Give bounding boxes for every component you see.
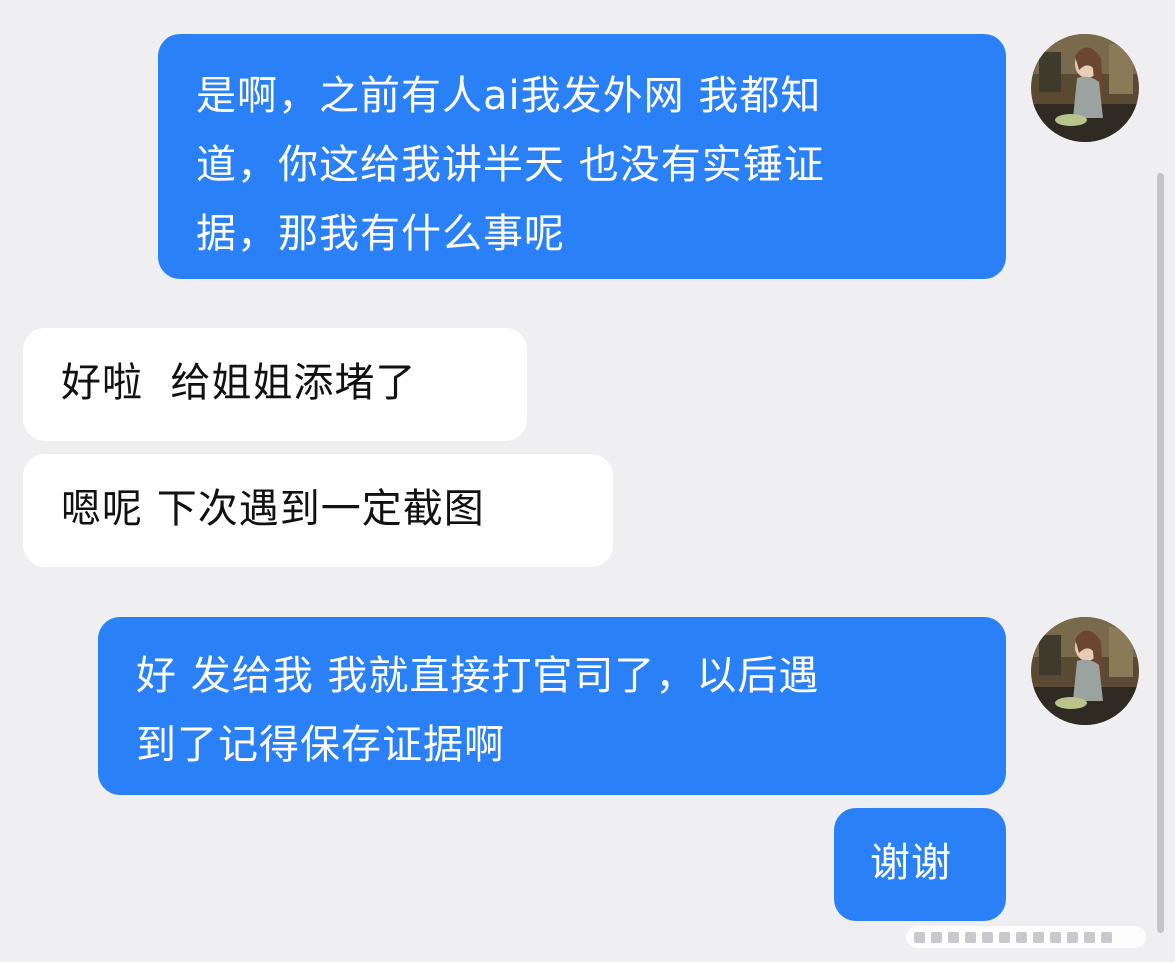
avatar-photo-icon: [1031, 34, 1139, 142]
message-bubble-outgoing[interactable]: 谢谢: [834, 808, 1006, 921]
message-text-line: 道，你这给我讲半天 也没有实锤证: [196, 142, 825, 188]
watermark: [906, 926, 1146, 948]
message-text-line: 到了记得保存证据啊: [136, 722, 505, 768]
scrollbar[interactable]: [1157, 173, 1164, 933]
message-bubble-outgoing[interactable]: 好 发给我 我就直接打官司了，以后遇 到了记得保存证据啊: [98, 617, 1006, 795]
message-bubble-outgoing[interactable]: 是啊，之前有人ai我发外网 我都知 道，你这给我讲半天 也没有实锤证 据，那我有…: [158, 34, 1006, 279]
avatar[interactable]: [1031, 34, 1139, 142]
message-text-line: 嗯呢 下次遇到一定截图: [61, 486, 485, 532]
message-text-line: 是啊，之前有人ai我发外网 我都知: [196, 73, 822, 119]
message-bubble-incoming[interactable]: 嗯呢 下次遇到一定截图: [23, 454, 613, 567]
message-text-line: 好啦 给姐姐添堵了: [61, 360, 417, 406]
avatar-photo-icon: [1031, 617, 1139, 725]
message-text-line: 据，那我有什么事呢: [196, 211, 565, 257]
message-text-line: 谢谢: [870, 840, 952, 886]
avatar[interactable]: [1031, 617, 1139, 725]
message-bubble-incoming[interactable]: 好啦 给姐姐添堵了: [23, 328, 527, 441]
message-text-line: 好 发给我 我就直接打官司了，以后遇: [136, 653, 820, 699]
